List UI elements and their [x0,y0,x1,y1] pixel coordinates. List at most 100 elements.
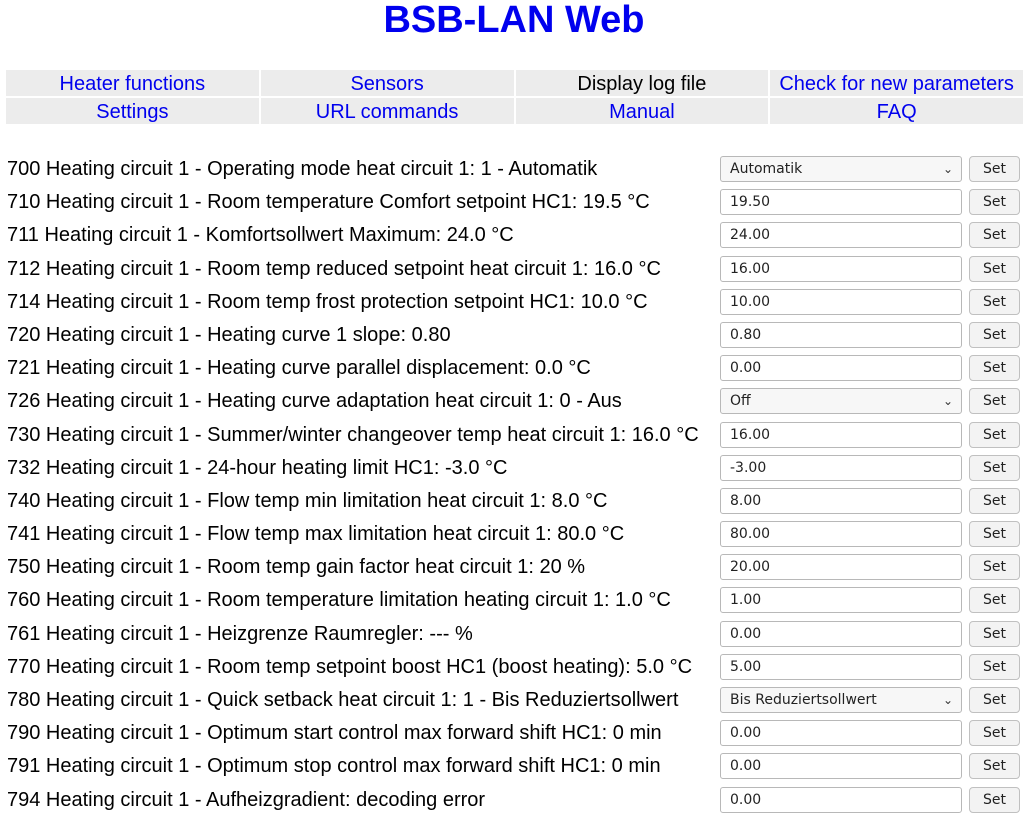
parameter-label: 750 Heating circuit 1 - Room temp gain f… [7,556,586,579]
parameter-label: 761 Heating circuit 1 - Heizgrenze Raumr… [7,622,473,645]
parameter-label: 780 Heating circuit 1 - Quick setback he… [7,689,679,711]
parameter-row: 791 Heating circuit 1 - Optimum stop con… [0,749,1028,782]
parameter-row: 794 Heating circuit 1 - Aufheizgradient:… [0,783,1028,816]
parameter-input[interactable]: -3.00 [720,454,962,481]
parameter-label: 720 Heating circuit 1 - Heating curve 1 … [7,323,451,346]
parameter-label: 712 Heating circuit 1 - Room temp reduce… [7,257,661,280]
parameter-value: 0.00 [730,625,762,642]
set-button[interactable]: Set [969,421,1020,448]
parameter-row: 780 Heating circuit 1 - Quick setback he… [0,683,1028,716]
parameter-input[interactable]: 16.00 [720,421,962,448]
parameter-value: Bis Reduziertsollwert [730,692,877,708]
parameter-input[interactable]: 1.00 [720,587,962,614]
parameter-value: 0.00 [730,360,762,377]
parameter-label: 741 Heating circuit 1 - Flow temp max li… [7,523,625,546]
parameter-input[interactable]: 24.00 [720,222,962,249]
parameter-input[interactable]: 8.00 [720,487,962,514]
chevron-down-icon: ⌄ [942,693,953,707]
set-button[interactable]: Set [969,321,1020,348]
nav-sensors[interactable]: Sensors [260,70,514,96]
nav-manual[interactable]: Manual [515,98,769,124]
parameter-select[interactable]: Off ⌄ [720,388,962,415]
parameter-input[interactable]: 19.50 [720,189,962,216]
parameter-label: 730 Heating circuit 1 - Summer/winter ch… [7,423,699,446]
parameter-value: Off [730,393,751,410]
parameter-row: 790 Heating circuit 1 - Optimum start co… [0,716,1028,749]
parameter-value: 19.50 [730,194,771,211]
set-button[interactable]: Set [969,454,1020,481]
chevron-down-icon: ⌄ [942,394,953,409]
set-button[interactable]: Set [969,521,1020,548]
parameter-input[interactable]: 0.00 [720,786,962,813]
parameter-row: 740 Heating circuit 1 - Flow temp min li… [0,484,1028,517]
set-button[interactable]: Set [969,620,1020,647]
parameter-input[interactable]: 0.00 [720,753,962,780]
nav-heater-functions[interactable]: Heater functions [6,70,259,96]
parameter-input[interactable]: 0.00 [720,720,962,747]
parameter-label: 721 Heating circuit 1 - Heating curve pa… [7,357,591,380]
parameter-row: 710 Heating circuit 1 - Room temperature… [0,185,1028,218]
parameter-input[interactable]: 20.00 [720,554,962,581]
parameter-row: 721 Heating circuit 1 - Heating curve pa… [0,351,1028,384]
parameter-select[interactable]: Automatik ⌄ [720,156,962,182]
set-button[interactable]: Set [969,355,1020,382]
parameter-value: 20.00 [730,559,771,576]
set-button[interactable]: Set [969,653,1020,680]
parameter-value: 80.00 [730,526,771,543]
parameter-label: 770 Heating circuit 1 - Room temp setpoi… [7,655,693,678]
set-button[interactable]: Set [969,554,1020,581]
set-button[interactable]: Set [969,786,1020,813]
parameter-select[interactable]: Bis Reduziertsollwert ⌄ [720,687,962,713]
parameter-row: 750 Heating circuit 1 - Room temp gain f… [0,550,1028,583]
set-button[interactable]: Set [969,487,1020,514]
parameter-label: 726 Heating circuit 1 - Heating curve ad… [7,390,622,413]
set-button[interactable]: Set [969,189,1020,216]
parameter-value: 8.00 [730,492,762,509]
set-button[interactable]: Set [969,587,1020,614]
parameter-input[interactable]: 80.00 [720,521,962,548]
nav-settings[interactable]: Settings [6,98,259,124]
parameter-input[interactable]: 0.80 [720,321,962,348]
parameter-input[interactable]: 5.00 [720,653,962,680]
parameter-input[interactable]: 0.00 [720,355,962,382]
parameter-value: -3.00 [730,459,767,476]
parameter-row: 711 Heating circuit 1 - Komfortsollwert … [0,218,1028,251]
parameter-label: 700 Heating circuit 1 - Operating mode h… [7,158,598,180]
parameter-value: 1.00 [730,592,762,609]
parameter-row: 770 Heating circuit 1 - Room temp setpoi… [0,650,1028,683]
set-button[interactable]: Set [969,720,1020,747]
parameter-value: 0.00 [730,791,762,808]
parameter-row: 720 Heating circuit 1 - Heating curve 1 … [0,318,1028,351]
set-button[interactable]: Set [969,687,1020,713]
parameter-value: 16.00 [730,260,771,277]
main-nav: Heater functions Sensors Display log fil… [6,70,1023,124]
parameter-input[interactable]: 10.00 [720,288,962,315]
parameter-value: Automatik [730,161,803,177]
parameter-row: 712 Heating circuit 1 - Room temp reduce… [0,252,1028,285]
set-button[interactable]: Set [969,753,1020,780]
parameter-input[interactable]: 16.00 [720,255,962,282]
parameter-label: 791 Heating circuit 1 - Optimum stop con… [7,755,661,778]
set-button[interactable]: Set [969,288,1020,315]
parameter-label: 732 Heating circuit 1 - 24-hour heating … [7,456,508,479]
parameter-label: 740 Heating circuit 1 - Flow temp min li… [7,489,608,512]
nav-check-new-parameters[interactable]: Check for new parameters [770,70,1023,96]
set-button[interactable]: Set [969,255,1020,282]
set-button[interactable]: Set [969,222,1020,249]
parameter-value: 16.00 [730,426,771,443]
parameter-label: 760 Heating circuit 1 - Room temperature… [7,589,671,612]
page-title: BSB-LAN Web [383,0,645,41]
set-button[interactable]: Set [969,156,1020,182]
parameter-input[interactable]: 0.00 [720,620,962,647]
parameter-value: 0.00 [730,725,762,742]
set-button[interactable]: Set [969,388,1020,415]
parameter-row: 714 Heating circuit 1 - Room temp frost … [0,285,1028,318]
nav-display-log-file[interactable]: Display log file [515,70,769,96]
parameter-label: 714 Heating circuit 1 - Room temp frost … [7,290,648,313]
parameter-value: 0.00 [730,758,762,775]
parameter-value: 0.80 [730,326,762,343]
nav-url-commands[interactable]: URL commands [260,98,514,124]
parameter-value: 10.00 [730,293,771,310]
parameter-label: 790 Heating circuit 1 - Optimum start co… [7,722,662,745]
nav-faq[interactable]: FAQ [770,98,1023,124]
